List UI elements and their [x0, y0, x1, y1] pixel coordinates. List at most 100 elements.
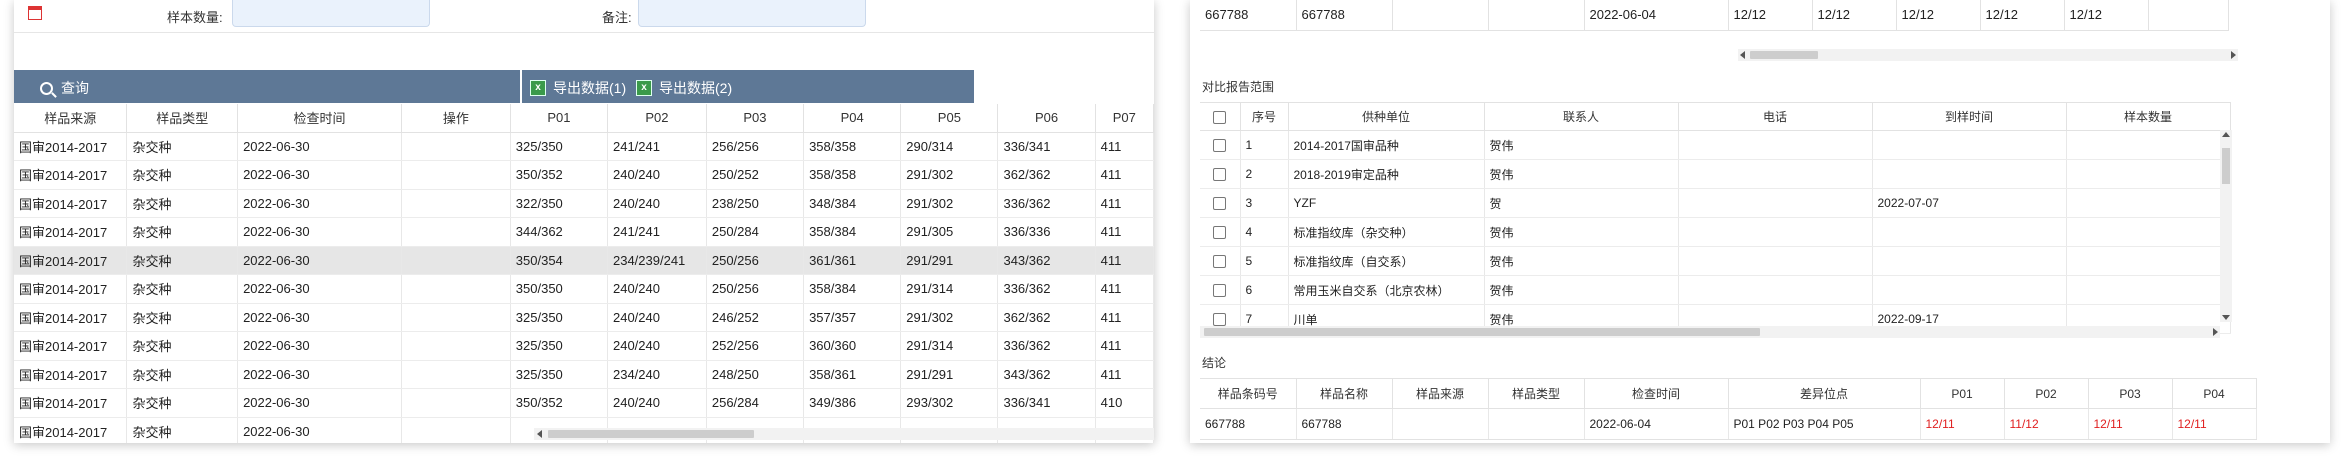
table-cell	[401, 417, 511, 443]
column-header[interactable]: 检查时间	[237, 104, 402, 133]
table-cell: 252/256	[706, 331, 805, 361]
column-header[interactable]: 样品来源	[1392, 378, 1489, 409]
table-cell: 411	[1095, 331, 1154, 361]
table-cell: 238/250	[706, 189, 805, 218]
column-header[interactable]: P05	[900, 104, 999, 133]
select-all-checkbox[interactable]	[1213, 110, 1227, 124]
table-row[interactable]: 5 标准指纹库（自交系） 贺伟	[1200, 246, 2231, 276]
column-header[interactable]: P03	[706, 104, 805, 133]
table-row[interactable]: 国审2014-2017 杂交种 2022-06-30 325/350 234/240 24…	[14, 360, 1154, 389]
column-header[interactable]: P04	[803, 104, 902, 133]
column-header[interactable]: P01	[1920, 378, 2005, 409]
scroll-up-icon[interactable]	[2222, 132, 2230, 137]
column-header[interactable]: 供种单位	[1288, 102, 1485, 131]
table-row[interactable]: 1 2014-2017国审品种 贺伟	[1200, 130, 2231, 160]
column-header[interactable]: 样品名称	[1296, 378, 1393, 409]
row-checkbox[interactable]	[1213, 255, 1227, 269]
table-row[interactable]: 国审2014-2017 杂交种 2022-06-30 350/352 240/240 25…	[14, 388, 1154, 418]
column-header[interactable]: 电话	[1678, 102, 1873, 131]
column-header[interactable]: 样本数量	[2066, 102, 2231, 131]
query-button[interactable]: 查询	[40, 78, 89, 98]
table-cell: 12/12	[1896, 0, 1981, 31]
table-cell: 1	[1240, 130, 1289, 160]
column-header[interactable]: P03	[2088, 378, 2173, 409]
select-all-checkbox-cell[interactable]	[1200, 102, 1241, 131]
scroll-down-icon[interactable]	[2222, 315, 2230, 320]
table-cell: 2022-06-30	[237, 303, 402, 332]
compare-horizontal-scrollbar[interactable]	[1200, 326, 2220, 338]
column-header[interactable]: 样品条码号	[1200, 378, 1297, 409]
export-data-2-button[interactable]: x 导出数据(2)	[636, 78, 732, 98]
row-checkbox[interactable]	[1213, 168, 1227, 182]
column-header[interactable]: P06	[997, 104, 1096, 133]
table-cell: 12/11	[1920, 408, 2005, 440]
scrollbar-thumb[interactable]	[1750, 51, 1818, 59]
table-row[interactable]: 国审2014-2017 杂交种 2022-06-30 325/350 240/240 25…	[14, 331, 1154, 361]
row-checkbox[interactable]	[1213, 226, 1227, 240]
compare-vertical-scrollbar[interactable]	[2220, 130, 2232, 322]
column-header[interactable]: 差异位点	[1728, 378, 1921, 409]
remark-input[interactable]	[638, 0, 866, 27]
table-row[interactable]: 国审2014-2017 杂交种 2022-06-30 350/350 240/240 25…	[14, 274, 1154, 304]
column-header[interactable]: 操作	[401, 104, 511, 133]
column-header[interactable]: 样品来源	[14, 104, 128, 133]
table-cell: 358/384	[803, 274, 902, 304]
column-header[interactable]: P02	[607, 104, 707, 133]
table-cell: 349/386	[803, 388, 902, 418]
row-checkbox[interactable]	[1213, 284, 1227, 298]
column-header[interactable]: P01	[510, 104, 608, 133]
row-checkbox-cell[interactable]	[1200, 130, 1241, 160]
row-checkbox-cell[interactable]	[1200, 188, 1241, 218]
horizontal-scrollbar[interactable]	[534, 428, 1154, 440]
column-header[interactable]: P07	[1095, 104, 1154, 133]
row-checkbox-cell[interactable]	[1200, 246, 1241, 276]
table-cell	[1488, 408, 1585, 440]
row-checkbox-cell[interactable]	[1200, 159, 1241, 189]
sample-table: 样品来源 样品类型 检查时间 操作 P01 P02 P03 P04 P05 P06 P07 国审20…	[14, 104, 1154, 443]
scroll-right-icon[interactable]	[2213, 328, 2218, 336]
table-row[interactable]: 国审2014-2017 杂交种 2022-06-30 344/362 241/241 25…	[14, 217, 1154, 247]
table-row[interactable]: 国审2014-2017 杂交种 2022-06-30 322/350 240/240 23…	[14, 189, 1154, 218]
table-row[interactable]: 2 2018-2019审定品种 贺伟	[1200, 159, 2231, 189]
sample-qty-input[interactable]	[232, 0, 430, 27]
table-cell: 358/358	[803, 160, 902, 190]
table-row[interactable]: 667788 667788 2022-06-04 P01 P02 P03 P04 P0…	[1200, 408, 2257, 440]
table-row[interactable]: 667788 667788 2022-06-04 12/12 12/12 12/12 12/…	[1200, 0, 2229, 31]
column-header[interactable]: 到样时间	[1872, 102, 2067, 131]
row-checkbox[interactable]	[1213, 197, 1227, 211]
table-cell	[1678, 275, 1873, 305]
scrollbar-thumb[interactable]	[1204, 328, 1760, 336]
column-header[interactable]: 样品类型	[126, 104, 239, 133]
column-header[interactable]: 联系人	[1484, 102, 1679, 131]
row-checkbox-cell[interactable]	[1200, 275, 1241, 305]
table-cell: 2022-06-04	[1584, 408, 1729, 440]
row-checkbox-cell[interactable]	[1200, 217, 1241, 247]
column-header[interactable]: 样品类型	[1488, 378, 1585, 409]
table-row[interactable]: 3 YZF 贺 2022-07-07	[1200, 188, 2231, 218]
column-header[interactable]: 检查时间	[1584, 378, 1729, 409]
table-row[interactable]: 国审2014-2017 杂交种 2022-06-30 350/354 234/239/2…	[14, 246, 1154, 275]
table-row[interactable]: 国审2014-2017 杂交种 2022-06-30 325/350 240/240 24…	[14, 303, 1154, 332]
export-data-1-button[interactable]: x 导出数据(1)	[530, 78, 626, 98]
table-cell: 241/241	[607, 132, 707, 161]
row-checkbox[interactable]	[1213, 313, 1227, 327]
scrollbar-thumb[interactable]	[2222, 148, 2230, 184]
table-cell: 357/357	[803, 303, 902, 332]
table-cell: 4	[1240, 217, 1289, 247]
calendar-icon[interactable]	[28, 6, 42, 20]
table-row[interactable]: 4 标准指纹库（杂交种） 贺伟	[1200, 217, 2231, 247]
column-header[interactable]: 序号	[1240, 102, 1289, 131]
column-header[interactable]: P04	[2172, 378, 2257, 409]
table-row[interactable]: 国审2014-2017 杂交种 2022-06-30 325/350 241/241 25…	[14, 132, 1154, 161]
scrollbar-thumb[interactable]	[548, 430, 754, 438]
table-cell: 350/350	[510, 274, 608, 304]
scroll-left-icon[interactable]	[537, 430, 542, 438]
column-header[interactable]: P02	[2004, 378, 2089, 409]
row-checkbox[interactable]	[1213, 139, 1227, 153]
result-horizontal-scrollbar[interactable]	[1738, 49, 2238, 61]
scroll-right-icon[interactable]	[2231, 51, 2236, 59]
table-row[interactable]: 6 常用玉米自交系（北京农林） 贺伟	[1200, 275, 2231, 305]
table-row[interactable]: 国审2014-2017 杂交种 2022-06-30 350/352 240/240 25…	[14, 160, 1154, 190]
scroll-left-icon[interactable]	[1740, 51, 1745, 59]
table-cell	[1678, 130, 1873, 160]
